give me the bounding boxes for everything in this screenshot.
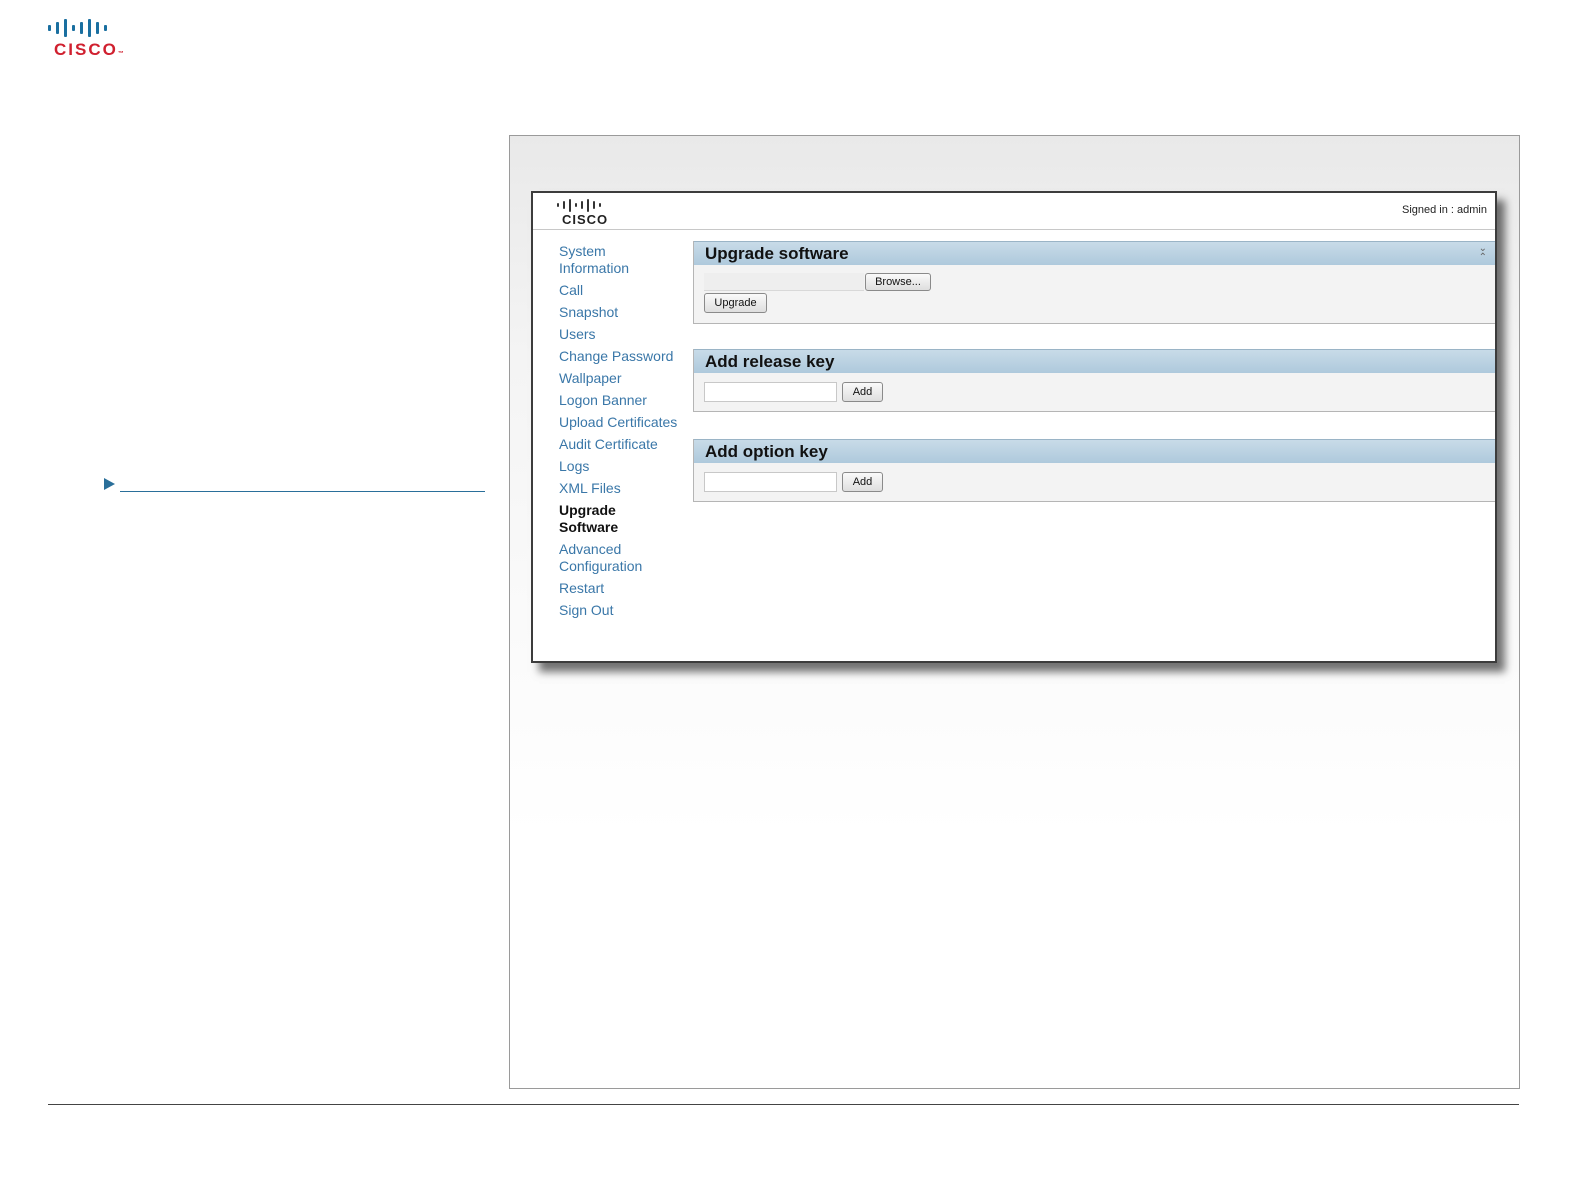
add-release-key-button[interactable]: Add	[842, 382, 883, 402]
option-key-input[interactable]	[704, 472, 837, 492]
triangle-right-icon	[104, 478, 115, 490]
add-option-key-section: Add option key Add	[693, 439, 1495, 502]
sidebar-item-upload-certificates[interactable]: Upload Certificates	[559, 414, 689, 431]
upgrade-button[interactable]: Upgrade	[704, 293, 767, 313]
sidebar-item-system-information[interactable]: System Information	[559, 243, 649, 277]
section-header: Upgrade software ⌄ ⌃	[694, 241, 1495, 265]
sidebar-item-advanced-configuration[interactable]: Advanced Configuration	[559, 541, 649, 575]
add-release-key-section: Add release key Add	[693, 349, 1495, 412]
section-header: Add option key	[694, 439, 1495, 463]
side-rule	[120, 491, 485, 492]
release-key-input[interactable]	[704, 382, 837, 402]
sidebar-item-wallpaper[interactable]: Wallpaper	[559, 370, 689, 387]
sidebar-item-sign-out[interactable]: Sign Out	[559, 602, 689, 619]
sidebar-item-audit-certificate[interactable]: Audit Certificate	[559, 436, 689, 453]
section-title: Add release key	[705, 352, 835, 371]
cisco-bars-icon	[48, 18, 128, 38]
sidebar-item-xml-files[interactable]: XML Files	[559, 480, 689, 497]
sidebar-item-change-password[interactable]: Change Password	[559, 348, 689, 365]
footer-rule	[48, 1104, 1519, 1105]
upgrade-software-section: Upgrade software ⌄ ⌃ Browse... Upgrade	[693, 241, 1495, 324]
cisco-logo: CISCO™	[48, 18, 128, 62]
cisco-wordmark: CISCO™	[54, 40, 126, 59]
sidebar-item-call[interactable]: Call	[559, 282, 689, 299]
browse-button[interactable]: Browse...	[865, 273, 931, 291]
app-cisco-logo: CISCO	[557, 198, 608, 227]
section-title: Add option key	[705, 442, 828, 461]
sidebar-item-upgrade-software[interactable]: Upgrade Software	[559, 502, 649, 536]
cisco-bars-icon	[557, 198, 608, 212]
sidebar-nav: System Information Call Snapshot Users Chang…	[559, 243, 689, 624]
signed-in-status: Signed in : admin	[1402, 204, 1487, 216]
collapse-chevron-icon[interactable]: ⌄ ⌃	[1479, 244, 1487, 263]
sidebar-item-users[interactable]: Users	[559, 326, 689, 343]
sidebar-item-restart[interactable]: Restart	[559, 580, 689, 597]
upgrade-file-field[interactable]	[704, 273, 864, 291]
app-header: CISCO Signed in : admin	[533, 193, 1495, 230]
app-cisco-wordmark: CISCO	[562, 212, 609, 227]
sidebar-item-logs[interactable]: Logs	[559, 458, 689, 475]
section-header: Add release key	[694, 349, 1495, 373]
app-window: CISCO Signed in : admin System Informati…	[531, 191, 1497, 663]
add-option-key-button[interactable]: Add	[842, 472, 883, 492]
sidebar-item-snapshot[interactable]: Snapshot	[559, 304, 689, 321]
section-title: Upgrade software	[705, 244, 849, 263]
sidebar-item-logon-banner[interactable]: Logon Banner	[559, 392, 689, 409]
